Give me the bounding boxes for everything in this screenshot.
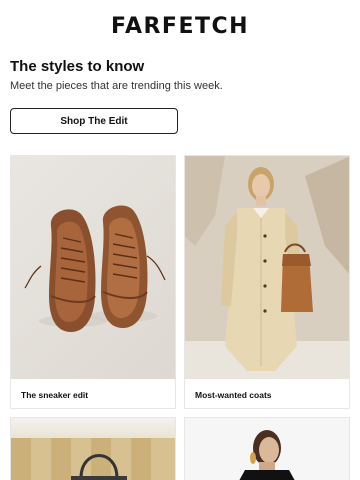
- shop-the-edit-button[interactable]: Shop The Edit: [10, 108, 178, 134]
- product-card-coats[interactable]: Most-wanted coats: [184, 155, 350, 409]
- bronze-sneakers-illustration: [24, 205, 166, 332]
- sneakers-image[interactable]: [11, 156, 175, 379]
- handbag-illustration: [11, 438, 175, 480]
- card-caption[interactable]: Most-wanted coats: [195, 390, 272, 400]
- section-subtitle: Meet the pieces that are trending this w…: [10, 80, 223, 92]
- product-card-bag[interactable]: [10, 417, 176, 480]
- bag-image[interactable]: [11, 418, 175, 480]
- card-caption[interactable]: The sneaker edit: [21, 390, 88, 400]
- model-portrait-illustration: [185, 418, 349, 480]
- woman-in-coat-illustration: [185, 156, 349, 379]
- coat-image[interactable]: [185, 156, 349, 379]
- product-card-sneakers[interactable]: The sneaker edit: [10, 155, 176, 409]
- farfetch-logo[interactable]: FARFETCH: [0, 14, 360, 39]
- section-title: The styles to know: [10, 58, 145, 75]
- product-card-model[interactable]: [184, 417, 350, 480]
- email-header: FARFETCH: [0, 0, 360, 56]
- model-image[interactable]: [185, 418, 349, 480]
